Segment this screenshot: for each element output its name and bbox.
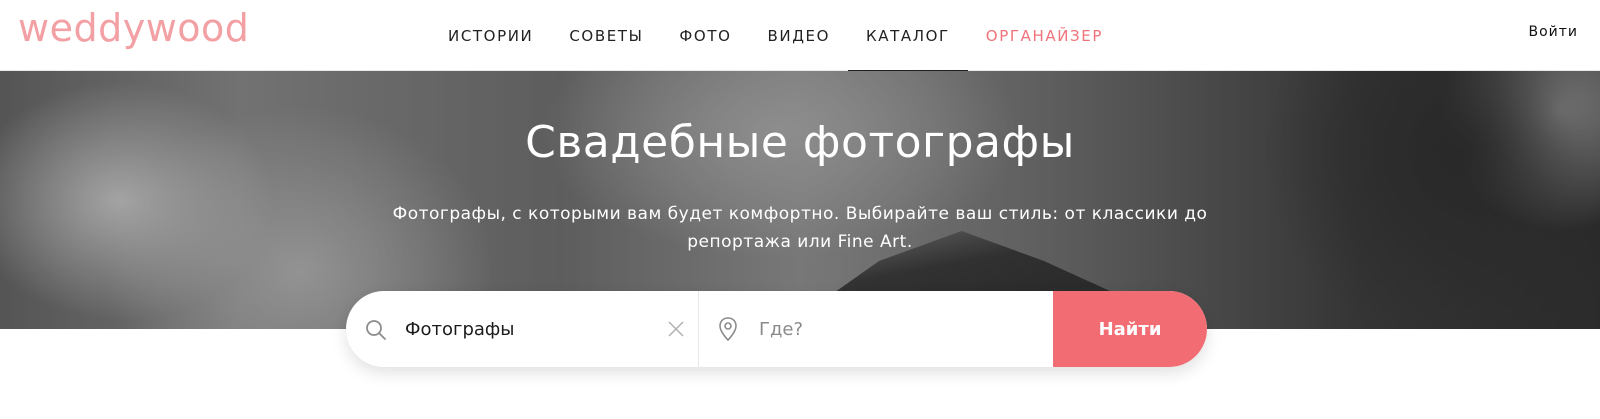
- search-where-field[interactable]: [699, 291, 1053, 367]
- nav-item-tips[interactable]: СОВЕТЫ: [551, 0, 661, 71]
- search-what-field[interactable]: [346, 291, 699, 367]
- search-icon: [364, 318, 388, 342]
- page-title: Свадебные фотографы: [525, 117, 1075, 168]
- logo[interactable]: weddywood: [18, 6, 249, 50]
- nav-item-organizer[interactable]: ОРГАНАЙЗЕР: [968, 0, 1121, 71]
- location-pin-icon: [717, 316, 739, 342]
- nav-item-photo[interactable]: ФОТО: [661, 0, 749, 71]
- clear-icon[interactable]: [667, 320, 685, 338]
- search-bar: Найти: [346, 291, 1207, 367]
- site-header: weddywood ИСТОРИИ СОВЕТЫ ФОТО ВИДЕО КАТА…: [0, 0, 1600, 72]
- location-input[interactable]: [759, 316, 1029, 342]
- login-link[interactable]: Войти: [1528, 24, 1578, 40]
- nav-item-stories[interactable]: ИСТОРИИ: [430, 0, 551, 71]
- search-button[interactable]: Найти: [1053, 291, 1207, 367]
- search-input[interactable]: [405, 316, 655, 342]
- nav-item-video[interactable]: ВИДЕО: [750, 0, 849, 71]
- main-nav: ИСТОРИИ СОВЕТЫ ФОТО ВИДЕО КАТАЛОГ ОРГАНА…: [430, 0, 1121, 72]
- nav-item-catalog[interactable]: КАТАЛОГ: [848, 0, 968, 72]
- page-subtitle: Фотографы, с которыми вам будет комфортн…: [392, 204, 1208, 252]
